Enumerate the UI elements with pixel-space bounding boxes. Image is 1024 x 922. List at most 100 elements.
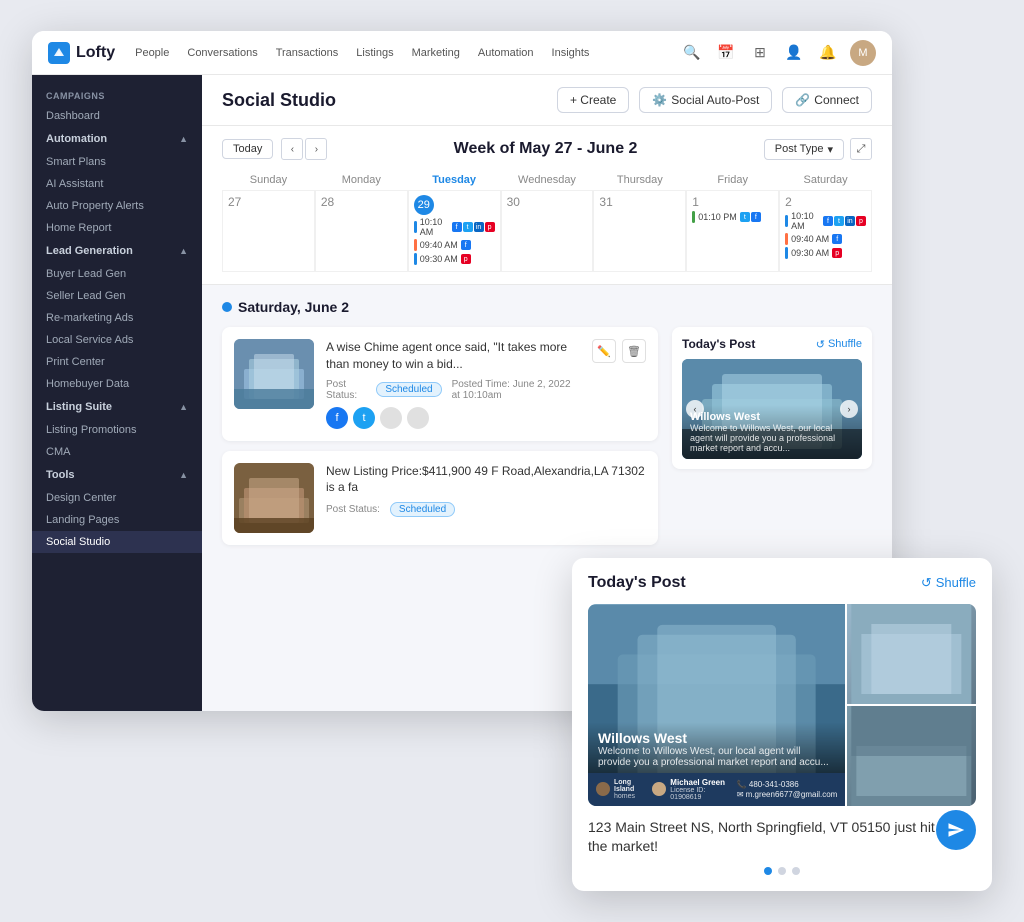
sidebar-item-cma[interactable]: CMA — [32, 441, 202, 463]
social-auto-post-button[interactable]: ⚙️ Social Auto-Post — [639, 87, 772, 113]
nav-transactions[interactable]: Transactions — [276, 47, 339, 59]
cal-date-30: 30 — [507, 195, 588, 209]
sidebar-item-auto-property-alerts[interactable]: Auto Property Alerts — [32, 195, 202, 217]
user-icon[interactable]: 👤 — [782, 41, 806, 65]
sidebar-item-dashboard[interactable]: Dashboard — [32, 105, 202, 127]
cal-event-sat-2[interactable]: 09:40 AM f — [785, 233, 866, 245]
twitter-icon[interactable]: t — [353, 407, 375, 429]
tp-shuffle-button[interactable]: ↺ Shuffle — [816, 338, 862, 351]
dot-1[interactable] — [764, 867, 772, 875]
todays-post-card: Today's Post ↺ Shuffle Willo — [572, 558, 992, 891]
tpc-dots — [588, 867, 976, 875]
chevron-down-icon: ▾ — [827, 143, 833, 156]
sidebar-item-design-center[interactable]: Design Center — [32, 487, 202, 509]
facebook-icon[interactable]: f — [326, 407, 348, 429]
day-header-thursday: Thursday — [593, 170, 686, 190]
sidebar-item-remarketing[interactable]: Re-marketing Ads — [32, 307, 202, 329]
week-title: Week of May 27 - June 2 — [454, 140, 638, 158]
next-week-button[interactable]: › — [305, 138, 327, 160]
cal-cell-monday[interactable]: 28 — [315, 190, 408, 272]
pi-icon: p — [461, 254, 471, 264]
sidebar-item-seller-lead-gen[interactable]: Seller Lead Gen — [32, 285, 202, 307]
delete-button-1[interactable]: 🗑 — [622, 339, 646, 363]
campaigns-label: CAMPAIGNS — [32, 83, 202, 105]
cal-cell-friday[interactable]: 1 01:10 PM t f — [686, 190, 779, 272]
status-badge-2: Scheduled — [390, 502, 455, 517]
expand-button[interactable]: ⤢ — [850, 138, 872, 160]
post-text-1: A wise Chime agent once said, "It takes … — [326, 339, 580, 373]
cal-event-sat-1[interactable]: 10:10 AM f t in p — [785, 211, 866, 231]
nav-icons: 🔍 📅 ⊞ 👤 🔔 M — [680, 40, 876, 66]
dot-3[interactable] — [792, 867, 800, 875]
cal-event-3[interactable]: 09:30 AM p — [414, 253, 495, 265]
connect-button[interactable]: 🔗 Connect — [782, 87, 872, 113]
cal-event-fri-1[interactable]: 01:10 PM t f — [692, 211, 773, 223]
dot-2[interactable] — [778, 867, 786, 875]
avatar[interactable]: M — [850, 40, 876, 66]
day-header-monday: Monday — [315, 170, 408, 190]
tpc-shuffle-button[interactable]: ↺ Shuffle — [921, 575, 976, 591]
sidebar-item-smart-plans[interactable]: Smart Plans — [32, 151, 202, 173]
sidebar-item-social-studio[interactable]: Social Studio — [32, 531, 202, 553]
post-card-1: A wise Chime agent once said, "It takes … — [222, 327, 658, 441]
cal-cell-thursday[interactable]: 31 — [593, 190, 686, 272]
post-meta-2: Post Status: Scheduled — [326, 502, 646, 517]
sidebar-item-ai-assistant[interactable]: AI Assistant — [32, 173, 202, 195]
pi-icon: p — [832, 248, 842, 258]
tp-image: Willows West Welcome to Willows West, ou… — [682, 359, 862, 459]
post-type-dropdown[interactable]: Post Type ▾ — [764, 139, 844, 160]
calendar-nav: Today ‹ › Week of May 27 - June 2 Post T… — [222, 138, 872, 160]
nav-conversations[interactable]: Conversations — [187, 47, 257, 59]
sidebar-item-landing-pages[interactable]: Landing Pages — [32, 509, 202, 531]
posts-date-label: Saturday, June 2 — [238, 299, 349, 315]
cal-cell-wednesday[interactable]: 30 — [501, 190, 594, 272]
nav-marketing[interactable]: Marketing — [412, 47, 460, 59]
sidebar-group-automation[interactable]: Automation ▲ — [32, 127, 202, 151]
cal-event-2[interactable]: 09:40 AM f — [414, 239, 495, 251]
today-button[interactable]: Today — [222, 139, 273, 159]
date-dot — [222, 302, 232, 312]
tpc-header: Today's Post ↺ Shuffle — [588, 574, 976, 592]
post-thumbnail-image-1 — [234, 339, 314, 409]
tp-prev-button[interactable]: ‹ — [686, 400, 704, 418]
sidebar-group-listing-suite[interactable]: Listing Suite ▲ — [32, 395, 202, 419]
send-button[interactable] — [936, 810, 976, 850]
cal-cell-tuesday[interactable]: 29 10:10 AM f t in p — [408, 190, 501, 272]
cal-event-1[interactable]: 10:10 AM f t in p — [414, 217, 495, 237]
email-icon: ✉ — [737, 790, 744, 799]
logo-area: Lofty — [48, 42, 115, 64]
sidebar-item-local-service-ads[interactable]: Local Service Ads — [32, 329, 202, 351]
chevron-down-icon: ▲ — [179, 246, 188, 256]
sidebar-item-print-center[interactable]: Print Center — [32, 351, 202, 373]
sidebar-item-home-report[interactable]: Home Report — [32, 217, 202, 239]
prev-week-button[interactable]: ‹ — [281, 138, 303, 160]
calendar-nav-left: Today ‹ › — [222, 138, 327, 160]
create-button[interactable]: + Create — [557, 87, 629, 113]
grid-icon[interactable]: ⊞ — [748, 41, 772, 65]
cal-cell-saturday[interactable]: 2 10:10 AM f t in p — [779, 190, 872, 272]
sidebar-group-lead-gen[interactable]: Lead Generation ▲ — [32, 239, 202, 263]
sidebar-item-buyer-lead-gen[interactable]: Buyer Lead Gen — [32, 263, 202, 285]
nav-listings[interactable]: Listings — [356, 47, 393, 59]
sidebar-group-tools[interactable]: Tools ▲ — [32, 463, 202, 487]
bell-icon[interactable]: 🔔 — [816, 41, 840, 65]
tw-icon: t — [463, 222, 473, 232]
sidebar-item-homebuyer-data[interactable]: Homebuyer Data — [32, 373, 202, 395]
edit-button-1[interactable]: ✏️ — [592, 339, 616, 363]
nav-people[interactable]: People — [135, 47, 169, 59]
tpc-main-image: Willows West Welcome to Willows West, ou… — [588, 604, 845, 806]
tp-next-button[interactable]: › — [840, 400, 858, 418]
agent-license: License ID: 01908619 — [670, 787, 737, 801]
cal-event-sat-3[interactable]: 09:30 AM p — [785, 247, 866, 259]
sidebar-item-listing-promotions[interactable]: Listing Promotions — [32, 419, 202, 441]
event-bar-orange — [414, 239, 417, 251]
cal-cell-sunday[interactable]: 27 — [222, 190, 315, 272]
nav-automation[interactable]: Automation — [478, 47, 534, 59]
ghost-icon-2[interactable] — [407, 407, 429, 429]
search-icon[interactable]: 🔍 — [680, 41, 704, 65]
ghost-icon-1[interactable] — [380, 407, 402, 429]
calendar-icon[interactable]: 📅 — [714, 41, 738, 65]
nav-insights[interactable]: Insights — [552, 47, 590, 59]
gear-icon: ⚙️ — [652, 93, 667, 107]
fb-icon: f — [823, 216, 833, 226]
